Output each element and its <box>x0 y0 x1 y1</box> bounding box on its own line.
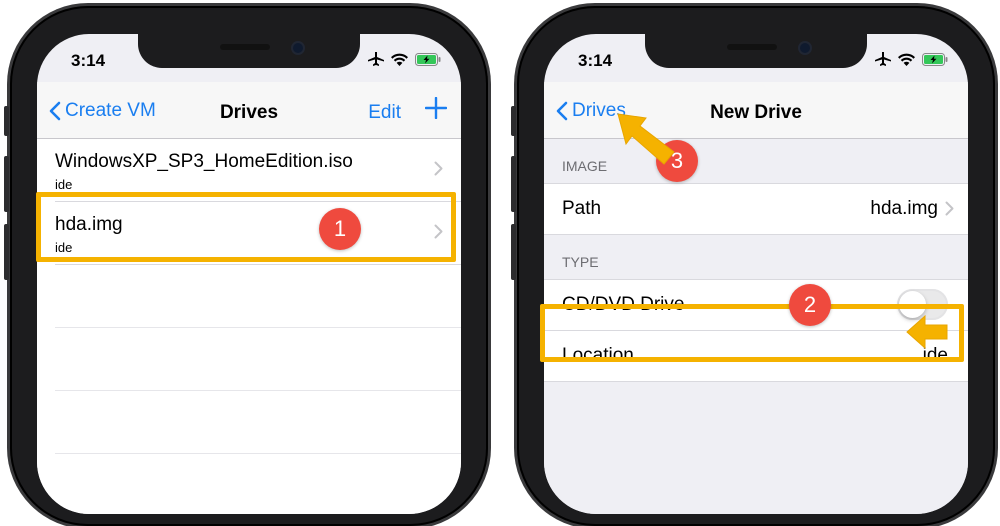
status-icons <box>368 52 441 66</box>
screen-left: 3:14 Create VM Drives Edit WindowsXP_SP3… <box>37 34 461 514</box>
step-badge-2: 2 <box>789 284 831 326</box>
wifi-icon <box>898 53 915 66</box>
notch <box>645 34 867 68</box>
plus-icon <box>424 96 448 120</box>
volume-up-button <box>511 156 516 212</box>
phone-frame-right: 3:14 Drives New Drive IMAGE Path hda.img… <box>511 6 995 526</box>
screen-right: 3:14 Drives New Drive IMAGE Path hda.img… <box>544 34 968 514</box>
highlight-cd-toggle <box>540 304 964 362</box>
volume-down-button <box>511 224 516 280</box>
chevron-right-icon <box>945 201 954 216</box>
mute-switch <box>511 106 516 136</box>
battery-charging-icon <box>415 52 441 66</box>
mute-switch <box>4 106 9 136</box>
wifi-icon <box>391 53 408 66</box>
status-time: 3:14 <box>71 51 106 70</box>
notch <box>138 34 360 68</box>
edit-button[interactable]: Edit <box>368 102 401 124</box>
airplane-icon <box>368 52 384 66</box>
drive-name: WindowsXP_SP3_HomeEdition.iso <box>55 151 353 172</box>
path-label: Path <box>562 198 602 219</box>
navigation-bar: Create VM Drives Edit <box>37 82 461 139</box>
add-drive-button[interactable] <box>424 96 448 124</box>
highlight-drive-row <box>36 192 456 262</box>
camera-icon <box>293 43 303 53</box>
battery-charging-icon <box>922 52 948 66</box>
navigation-bar: Drives New Drive <box>544 82 968 139</box>
path-cell[interactable]: Path hda.img <box>544 183 968 235</box>
empty-row <box>55 328 461 391</box>
volume-down-button <box>4 224 9 280</box>
page-title: New Drive <box>710 102 802 123</box>
status-time: 3:14 <box>578 51 613 70</box>
path-value: hda.img <box>870 198 938 219</box>
chevron-right-icon <box>434 161 443 176</box>
arrow-pointer-icon <box>617 113 675 165</box>
empty-row <box>55 391 461 454</box>
section-header-type: TYPE <box>562 254 599 270</box>
speaker-grille <box>727 44 777 50</box>
section-header-image: IMAGE <box>562 158 608 174</box>
empty-row <box>55 265 461 328</box>
camera-icon <box>800 43 810 53</box>
speaker-grille <box>220 44 270 50</box>
arrow-pointer-icon <box>906 314 948 350</box>
airplane-icon <box>875 52 891 66</box>
status-icons <box>875 52 948 66</box>
volume-up-button <box>4 156 9 212</box>
drive-interface: ide <box>55 177 73 192</box>
phone-frame-left: 3:14 Create VM Drives Edit WindowsXP_SP3… <box>4 6 488 526</box>
step-badge-1: 1 <box>319 208 361 250</box>
